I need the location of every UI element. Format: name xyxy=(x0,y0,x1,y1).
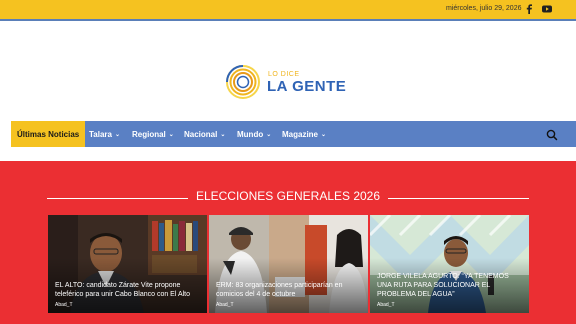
article-author[interactable]: Abad_T xyxy=(216,302,234,308)
nav-item-ultimas-noticias[interactable]: Últimas Noticias xyxy=(11,121,86,147)
nav-item-talara[interactable]: Talara ⌄ xyxy=(89,121,120,147)
top-bar-divider xyxy=(0,19,576,21)
nav-item-mundo[interactable]: Mundo ⌄ xyxy=(237,121,271,147)
logo-tagline: LO DICE xyxy=(268,71,300,78)
youtube-icon[interactable] xyxy=(541,3,553,15)
main-nav: Últimas Noticias Talara ⌄ Regional ⌄ Nac… xyxy=(11,121,576,147)
section-title[interactable]: ELECCIONES GENERALES 2026 xyxy=(0,189,576,203)
sun-logo-icon xyxy=(226,65,260,99)
chevron-down-icon: ⌄ xyxy=(220,131,226,138)
nav-item-nacional[interactable]: Nacional ⌄ xyxy=(184,121,225,147)
current-date: miércoles, julio 29, 2026 xyxy=(446,5,522,12)
article-headline[interactable]: JORGE VILELA AGURTO: “YA TENEMOS UNA RUT… xyxy=(377,272,523,299)
article-author[interactable]: Abad_T xyxy=(55,302,73,308)
chevron-down-icon: ⌄ xyxy=(321,131,327,138)
logo-wordmark: LA GENTE xyxy=(267,78,347,95)
chevron-down-icon: ⌄ xyxy=(114,131,121,138)
article-headline[interactable]: ERM: 83 organizaciones participarían en … xyxy=(216,281,362,299)
nav-item-label: Mundo xyxy=(237,129,264,139)
article-author[interactable]: Abad_T xyxy=(377,302,395,308)
article-card[interactable]: ERM: 83 organizaciones participarían en … xyxy=(209,215,368,313)
facebook-icon[interactable] xyxy=(523,3,535,15)
nav-item-label: Regional xyxy=(132,129,166,139)
site-logo[interactable]: LO DICE LA GENTE xyxy=(225,64,365,100)
chevron-down-icon: ⌄ xyxy=(266,131,272,138)
search-icon[interactable] xyxy=(546,128,558,141)
article-card[interactable]: EL ALTO: candidato Zárate Vite propone t… xyxy=(48,215,207,313)
nav-item-label: Nacional xyxy=(184,129,218,139)
nav-item-regional[interactable]: Regional ⌄ xyxy=(132,121,174,147)
top-bar: miércoles, julio 29, 2026 xyxy=(0,0,576,19)
nav-item-label: Últimas Noticias xyxy=(17,129,80,139)
nav-item-label: Talara xyxy=(89,129,112,139)
chevron-down-icon: ⌄ xyxy=(168,131,174,138)
nav-item-label: Magazine xyxy=(282,129,319,139)
article-headline[interactable]: EL ALTO: candidato Zárate Vite propone t… xyxy=(55,281,201,299)
article-card[interactable]: JORGE VILELA AGURTO: “YA TENEMOS UNA RUT… xyxy=(370,215,529,313)
nav-item-magazine[interactable]: Magazine ⌄ xyxy=(282,121,326,147)
